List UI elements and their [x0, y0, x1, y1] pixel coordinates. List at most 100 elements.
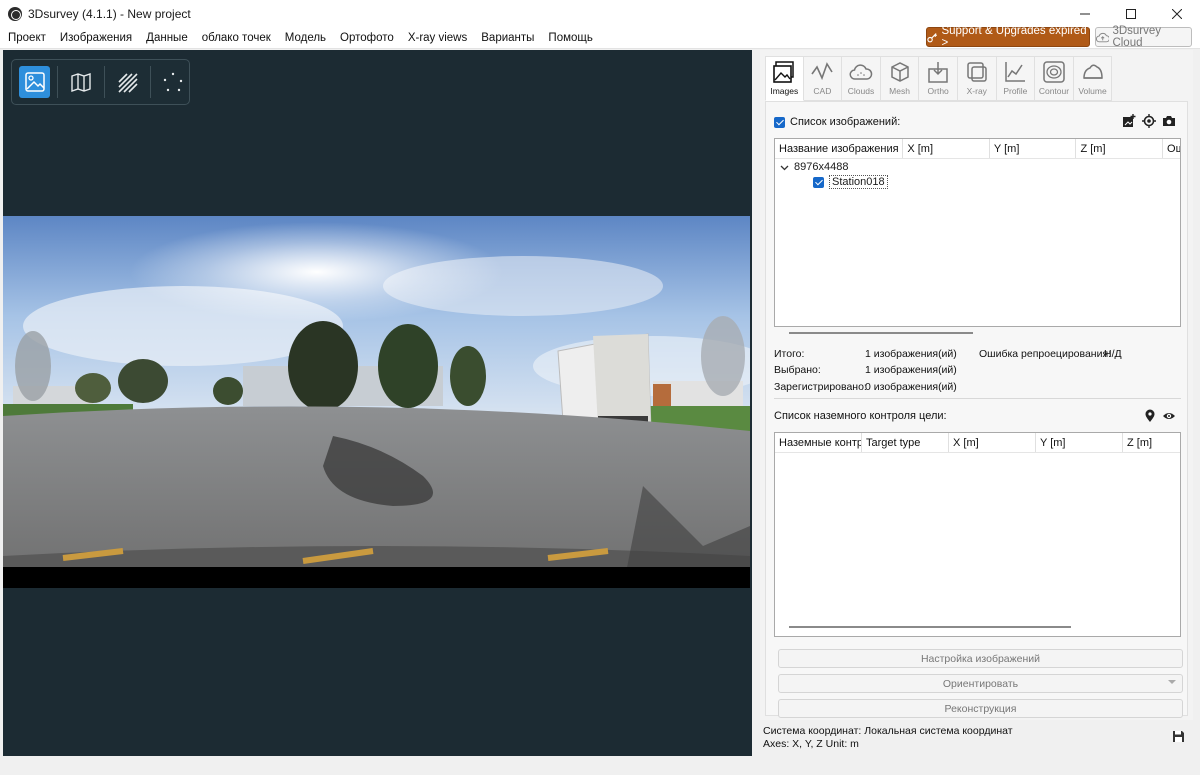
tab-ortho[interactable]: Ortho	[919, 56, 958, 101]
coordinate-system-text: Система координат: Локальная система коо…	[763, 725, 1013, 737]
tab-mesh-label: Mesh	[889, 86, 910, 96]
gcp-table-header: Наземные контр Target type X [m] Y [m] Z…	[775, 433, 1180, 453]
support-upgrades-button[interactable]: Support & Upgrades expired >	[926, 25, 1090, 49]
menu-model[interactable]: Модель	[278, 27, 333, 49]
close-button[interactable]	[1154, 0, 1200, 27]
tab-profile[interactable]: Profile	[996, 56, 1036, 101]
column-y[interactable]: Y [m]	[990, 139, 1077, 158]
registered-value: 0 изображения(ий)	[865, 381, 957, 393]
contour-icon	[1043, 61, 1065, 83]
tab-cad[interactable]: CAD	[803, 56, 843, 101]
support-label: Support & Upgrades expired >	[941, 25, 1087, 49]
view-hatch-button[interactable]	[112, 66, 143, 98]
images-list-checkbox[interactable]	[774, 116, 785, 128]
window-controls	[1062, 0, 1200, 27]
menu-orthophoto[interactable]: Ортофото	[333, 27, 401, 49]
tab-images[interactable]: Images	[765, 56, 804, 101]
image-icon	[24, 72, 45, 92]
image-setup-button[interactable]: Настройка изображений	[778, 649, 1183, 668]
image-row-checkbox[interactable]	[813, 176, 824, 188]
column-gcp-z[interactable]: Z [m]	[1123, 433, 1180, 452]
toolbar-separator	[149, 66, 151, 98]
menu-images[interactable]: Изображения	[53, 27, 139, 49]
add-image-icon[interactable]	[1122, 114, 1136, 128]
tab-contour[interactable]: Contour	[1035, 56, 1074, 101]
tab-contour-label: Contour	[1038, 86, 1070, 96]
axes-unit-text: Axes: X, Y, Z Unit: m	[763, 738, 859, 750]
window-title: 3Dsurvey (4.1.1) - New project	[28, 6, 191, 21]
column-target-type[interactable]: Target type	[862, 433, 949, 452]
image-setup-label: Настройка изображений	[920, 652, 1041, 665]
image-name[interactable]: Station018	[829, 175, 888, 189]
view-points-button[interactable]	[158, 66, 189, 98]
cloud-upload-icon	[1096, 32, 1110, 42]
map-pin-icon[interactable]	[1144, 409, 1156, 423]
tab-mesh[interactable]: Mesh	[880, 56, 920, 101]
camera-icon[interactable]	[1162, 114, 1176, 128]
menu-bar: Проект Изображения Данные облако точек М…	[0, 25, 1200, 49]
column-x[interactable]: X [m]	[903, 139, 990, 158]
tab-cad-label: CAD	[813, 86, 832, 96]
tab-xray[interactable]: X-ray	[957, 56, 997, 101]
gcp-table-hscrollbar[interactable]	[789, 626, 1071, 628]
maximize-button[interactable]	[1108, 0, 1154, 27]
tab-clouds[interactable]: Clouds	[842, 56, 881, 101]
dropdown-arrow-icon[interactable]	[1168, 680, 1176, 684]
column-gcp-y[interactable]: Y [m]	[1036, 433, 1123, 452]
key-icon	[927, 32, 937, 42]
column-gcp-name[interactable]: Наземные контр	[775, 433, 862, 452]
column-error[interactable]: Ош	[1163, 139, 1180, 158]
ortho-icon	[928, 62, 948, 83]
toolbar-separator	[57, 66, 59, 98]
images-table-hscrollbar[interactable]	[789, 332, 973, 334]
menu-point-cloud[interactable]: облако точек	[195, 27, 278, 49]
tool-tabs: Images CAD Clouds Mesh Ortho X-ray Profi…	[765, 56, 1113, 101]
images-table[interactable]: Название изображения X [m] Y [m] Z [m] О…	[774, 138, 1181, 334]
images-list-header: Список изображений:	[774, 116, 900, 128]
minimize-icon	[1080, 13, 1090, 14]
hatch-pattern-icon	[118, 73, 138, 93]
menu-xray-views[interactable]: X-ray views	[401, 27, 474, 49]
registered-label: Зарегистрировано:	[774, 381, 867, 393]
column-image-name[interactable]: Название изображения	[775, 139, 904, 158]
xray-icon	[967, 62, 987, 82]
gcp-table[interactable]: Наземные контр Target type X [m] Y [m] Z…	[774, 432, 1181, 637]
cloud-button[interactable]: 3Dsurvey Cloud	[1095, 25, 1192, 49]
target-locate-icon[interactable]	[1142, 114, 1156, 128]
total-value: 1 изображения(ий)	[865, 348, 957, 360]
orient-button[interactable]: Ориентировать	[778, 674, 1183, 693]
column-gcp-x[interactable]: X [m]	[949, 433, 1036, 452]
menu-project[interactable]: Проект	[0, 27, 53, 49]
tab-images-label: Images	[770, 86, 799, 96]
reconstruction-button[interactable]: Реконструкция	[778, 699, 1183, 718]
save-icon[interactable]	[1172, 730, 1185, 743]
panorama-bottom-band	[3, 567, 750, 588]
selected-label: Выбрано:	[774, 364, 821, 376]
toolbar-separator	[103, 66, 105, 98]
image-group-row[interactable]: 8976x4488	[780, 161, 848, 173]
section-divider	[774, 398, 1181, 399]
title-bar: 3Dsurvey (4.1.1) - New project	[0, 0, 1200, 27]
image-viewport[interactable]	[3, 50, 752, 756]
tab-volume[interactable]: Volume	[1073, 56, 1113, 101]
minimize-button[interactable]	[1062, 0, 1108, 27]
view-image-button[interactable]	[19, 66, 51, 98]
menu-variants[interactable]: Варианты	[474, 27, 541, 49]
maximize-icon	[1126, 8, 1136, 19]
eye-icon[interactable]	[1162, 409, 1176, 423]
chevron-down-icon[interactable]	[780, 163, 789, 172]
menu-data[interactable]: Данные	[139, 27, 195, 49]
cad-icon	[811, 62, 834, 81]
tab-clouds-label: Clouds	[847, 86, 875, 96]
column-z[interactable]: Z [m]	[1076, 139, 1164, 158]
panorama-image	[3, 216, 750, 588]
images-list-actions	[1122, 114, 1176, 128]
tab-volume-label: Volume	[1078, 86, 1107, 96]
view-map-button[interactable]	[65, 66, 96, 98]
coordinate-system-info: Система координат: Локальная система коо…	[763, 725, 1013, 751]
gcp-list-header: Список наземного контроля цели:	[774, 410, 947, 422]
menu-help[interactable]: Помощь	[541, 27, 599, 49]
image-row[interactable]: Station018	[813, 175, 888, 189]
app-logo-icon	[8, 6, 22, 21]
gcp-list-actions	[1144, 409, 1176, 423]
